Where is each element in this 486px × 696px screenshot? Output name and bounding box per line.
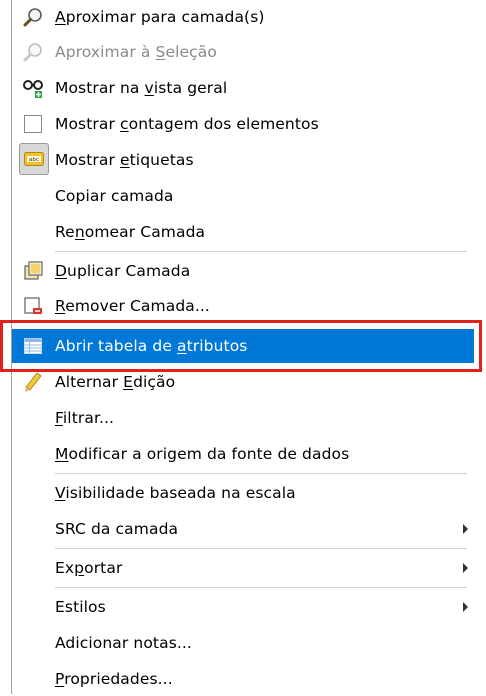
layer-context-menu: Aproximar para camada(s) Aproximar à Sel… [12, 0, 474, 694]
menu-item-label: Mostrar contagem dos elementos [55, 115, 319, 133]
menu-item-scale-visibility[interactable]: Visibilidade baseada na escala [12, 476, 474, 510]
menu-item-filter[interactable]: Filtrar... [12, 401, 474, 435]
menu-item-label: Duplicar Camada [55, 262, 191, 280]
menu-item-export[interactable]: Exportar [12, 551, 474, 585]
remove-layer-icon [24, 297, 42, 314]
menu-item-toggle-editing[interactable]: Alternar Edição [12, 365, 474, 399]
menu-item-rename-layer[interactable]: Renomear Camada [12, 215, 474, 249]
menu-item-layer-crs[interactable]: SRC da camada [12, 512, 474, 546]
menu-item-zoom-to-layer[interactable]: Aproximar para camada(s) [12, 0, 474, 34]
labels-checked-box[interactable]: abc [19, 143, 49, 175]
menu-item-show-labels[interactable]: abc Mostrar etiquetas [12, 143, 474, 177]
svg-text:abc: abc [29, 157, 39, 163]
menu-item-label: Aproximar à Seleção [55, 43, 217, 61]
menu-item-styles[interactable]: Estilos [12, 590, 474, 624]
menu-item-label: Estilos [55, 598, 106, 616]
labels-abc-icon: abc [24, 152, 44, 166]
menu-item-properties[interactable]: Propriedades... [12, 662, 474, 696]
menu-item-change-data-source[interactable]: Modificar a origem da fonte de dados [12, 437, 474, 471]
menu-item-duplicate-layer[interactable]: Duplicar Camada [12, 254, 474, 288]
menu-item-label: Abrir tabela de atributos [55, 337, 248, 355]
menu-item-label: Visibilidade baseada na escala [55, 484, 296, 502]
menu-item-zoom-to-selection[interactable]: Aproximar à Seleção [12, 35, 474, 69]
duplicate-layer-icon [24, 261, 43, 280]
submenu-arrow-icon [463, 602, 468, 612]
menu-separator [55, 473, 467, 474]
menu-item-label: Filtrar... [55, 409, 115, 427]
feature-count-checkbox[interactable] [24, 115, 42, 133]
zoom-icon [23, 8, 42, 27]
menu-item-label: Propriedades... [55, 670, 173, 688]
menu-item-label: Copiar camada [55, 187, 174, 205]
menu-item-label: Exportar [55, 559, 123, 577]
menu-item-label: Mostrar etiquetas [55, 151, 194, 169]
menu-item-label: Renomear Camada [55, 223, 206, 241]
overview-glasses-icon [23, 80, 43, 98]
attribute-table-icon [24, 338, 42, 354]
pencil-icon [25, 372, 42, 392]
zoom-selection-icon [23, 43, 42, 62]
menu-item-copy-layer[interactable]: Copiar camada [12, 179, 474, 213]
menu-item-show-in-overview[interactable]: Mostrar na vista geral [12, 71, 474, 105]
menu-item-label: Mostrar na vista geral [55, 79, 228, 97]
menu-separator [55, 251, 467, 252]
menu-separator [55, 587, 467, 588]
menu-item-label: Remover Camada... [55, 297, 210, 315]
submenu-arrow-icon [463, 563, 468, 573]
menu-item-label: Modificar a origem da fonte de dados [55, 445, 350, 463]
menu-item-show-feature-count[interactable]: Mostrar contagem dos elementos [12, 107, 474, 141]
menu-item-label: Alternar Edição [55, 373, 176, 391]
menu-item-remove-layer[interactable]: Remover Camada... [12, 289, 474, 323]
submenu-arrow-icon [463, 524, 468, 534]
menu-separator [55, 548, 467, 549]
menu-item-label: SRC da camada [55, 520, 179, 538]
menu-item-add-notes[interactable]: Adicionar notas... [12, 626, 474, 660]
menu-item-open-attribute-table[interactable]: Abrir tabela de atributos [12, 329, 474, 363]
menu-item-label: Adicionar notas... [55, 634, 192, 652]
menu-item-label: Aproximar para camada(s) [55, 8, 265, 26]
